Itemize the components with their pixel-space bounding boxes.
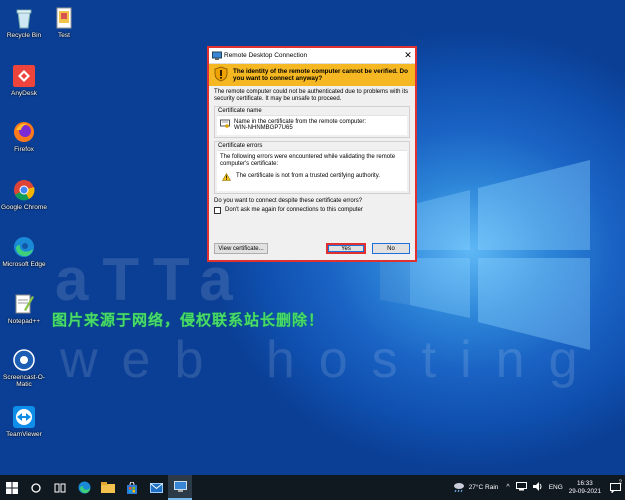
desktop: aTTa web hosting 图片来源于网络，侵权联系站长删除！ Recyc… <box>0 0 625 475</box>
certificate-name-group: Certificate name Name in the certificate… <box>214 105 410 139</box>
taskbar-store[interactable] <box>120 475 144 500</box>
security-shield-icon <box>214 66 228 84</box>
desktop-icon-screencast[interactable]: Screencast-O-Matic <box>0 348 48 388</box>
edge-icon <box>12 235 36 259</box>
desktop-icon-label: AnyDesk <box>10 90 37 97</box>
task-view-icon <box>54 483 66 492</box>
dialog-titlebar[interactable]: Remote Desktop Connection ✕ <box>209 48 415 64</box>
warning-text: The identity of the remote computer cann… <box>233 67 408 83</box>
desktop-icon-label: Notepad++ <box>7 318 41 325</box>
remote-desktop-dialog: Remote Desktop Connection ✕ The identity… <box>207 46 417 262</box>
watermark-subtitle: web hosting <box>60 331 602 389</box>
file-icon <box>52 6 76 30</box>
folder-icon <box>101 482 115 493</box>
clock[interactable]: 16:33 29-09-2021 <box>565 480 605 496</box>
remote-desktop-icon <box>173 480 187 492</box>
desktop-icon-label: TeamViewer <box>6 431 42 438</box>
search-button[interactable] <box>24 475 48 500</box>
view-certificate-button[interactable]: View certificate... <box>214 243 268 254</box>
connect-question: Do you want to connect despite these cer… <box>214 197 363 204</box>
remote-desktop-icon <box>212 51 222 61</box>
clock-date: 29-09-2021 <box>568 487 601 495</box>
task-view-button[interactable] <box>48 475 72 500</box>
certificate-icon <box>220 119 230 132</box>
dialog-button-row: View certificate... Yes No <box>209 243 415 254</box>
weather-text[interactable]: 27°C Rain <box>469 484 499 491</box>
volume-icon[interactable] <box>532 482 543 493</box>
intro-text: The remote computer could not be authent… <box>214 89 409 102</box>
desktop-icon-label: Screencast-O-Matic <box>3 374 45 388</box>
dialog-title: Remote Desktop Connection <box>224 52 308 59</box>
certificate-errors-text: The following errors were encountered wh… <box>220 154 396 167</box>
taskbar-edge[interactable] <box>72 475 96 500</box>
desktop-icon-label: Recycle Bin <box>6 32 42 39</box>
certificate-errors-group: Certificate errors The following errors … <box>214 141 410 194</box>
clock-time: 16:33 <box>577 479 593 487</box>
store-bag-icon <box>127 481 137 494</box>
notification-center-button[interactable]: 2 <box>605 475 625 500</box>
search-circle-icon <box>31 482 41 493</box>
start-button[interactable] <box>0 475 24 500</box>
notification-count: 2 <box>618 480 622 486</box>
firefox-icon <box>12 120 36 144</box>
desktop-icon-test[interactable]: Test <box>40 6 88 39</box>
warning-banner: The identity of the remote computer cann… <box>209 64 415 86</box>
taskbar-remote-desktop[interactable] <box>168 475 192 500</box>
desktop-icon-anydesk[interactable]: AnyDesk <box>0 64 48 97</box>
yes-button[interactable]: Yes <box>326 243 366 254</box>
desktop-icon-label: Test <box>58 32 70 39</box>
dont-ask-checkbox[interactable] <box>214 206 221 214</box>
taskbar-mail[interactable] <box>144 475 168 500</box>
checkbox-label: Don't ask me again for connections to th… <box>225 207 363 214</box>
desktop-icon-chrome[interactable]: Google Chrome <box>0 178 48 211</box>
desktop-icon-label: Google Chrome <box>1 204 47 211</box>
edge-icon <box>78 481 90 494</box>
watermark-chinese-text: 图片来源于网络，侵权联系站长删除！ <box>52 311 325 329</box>
mail-icon <box>149 482 163 493</box>
desktop-icon-firefox[interactable]: Firefox <box>0 120 48 153</box>
teamviewer-icon <box>12 405 36 429</box>
network-icon[interactable] <box>515 482 527 493</box>
windows-start-icon <box>6 481 18 494</box>
desktop-icon-label: Firefox <box>14 146 34 153</box>
desktop-icon-teamviewer[interactable]: TeamViewer <box>0 405 48 438</box>
recycle-bin-icon <box>12 6 36 30</box>
system-tray: 27°C Rain ^ ENG 16:33 29-09-2021 2 <box>453 475 625 500</box>
taskbar: 27°C Rain ^ ENG 16:33 29-09-2021 2 <box>0 475 625 500</box>
anydesk-icon <box>12 64 36 88</box>
screencast-icon <box>12 348 36 372</box>
desktop-icon-label: Microsoft Edge <box>2 261 46 268</box>
group-title: Certificate name <box>215 106 409 115</box>
desktop-icon-notepadpp[interactable]: Notepad++ <box>0 292 48 325</box>
taskbar-file-explorer[interactable] <box>96 475 120 500</box>
certificate-name-label: Name in the certificate from the remote … <box>234 118 367 125</box>
certificate-error-item: The certificate is not from a trusted ce… <box>236 172 380 179</box>
chrome-icon <box>12 178 36 202</box>
no-button[interactable]: No <box>372 243 410 254</box>
dont-ask-checkbox-row[interactable]: Don't ask me again for connections to th… <box>209 204 415 214</box>
notepadpp-icon <box>12 292 36 316</box>
certificate-name-value: WIN-NHNMBGP7U65 <box>234 125 293 132</box>
warning-triangle-icon <box>221 172 232 184</box>
input-language[interactable]: ENG <box>549 484 563 491</box>
close-icon[interactable]: ✕ <box>401 50 415 61</box>
desktop-icon-edge[interactable]: Microsoft Edge <box>0 235 48 268</box>
weather-rain-icon <box>453 482 465 494</box>
chevron-up-icon[interactable]: ^ <box>506 484 509 491</box>
group-title: Certificate errors <box>215 142 409 151</box>
